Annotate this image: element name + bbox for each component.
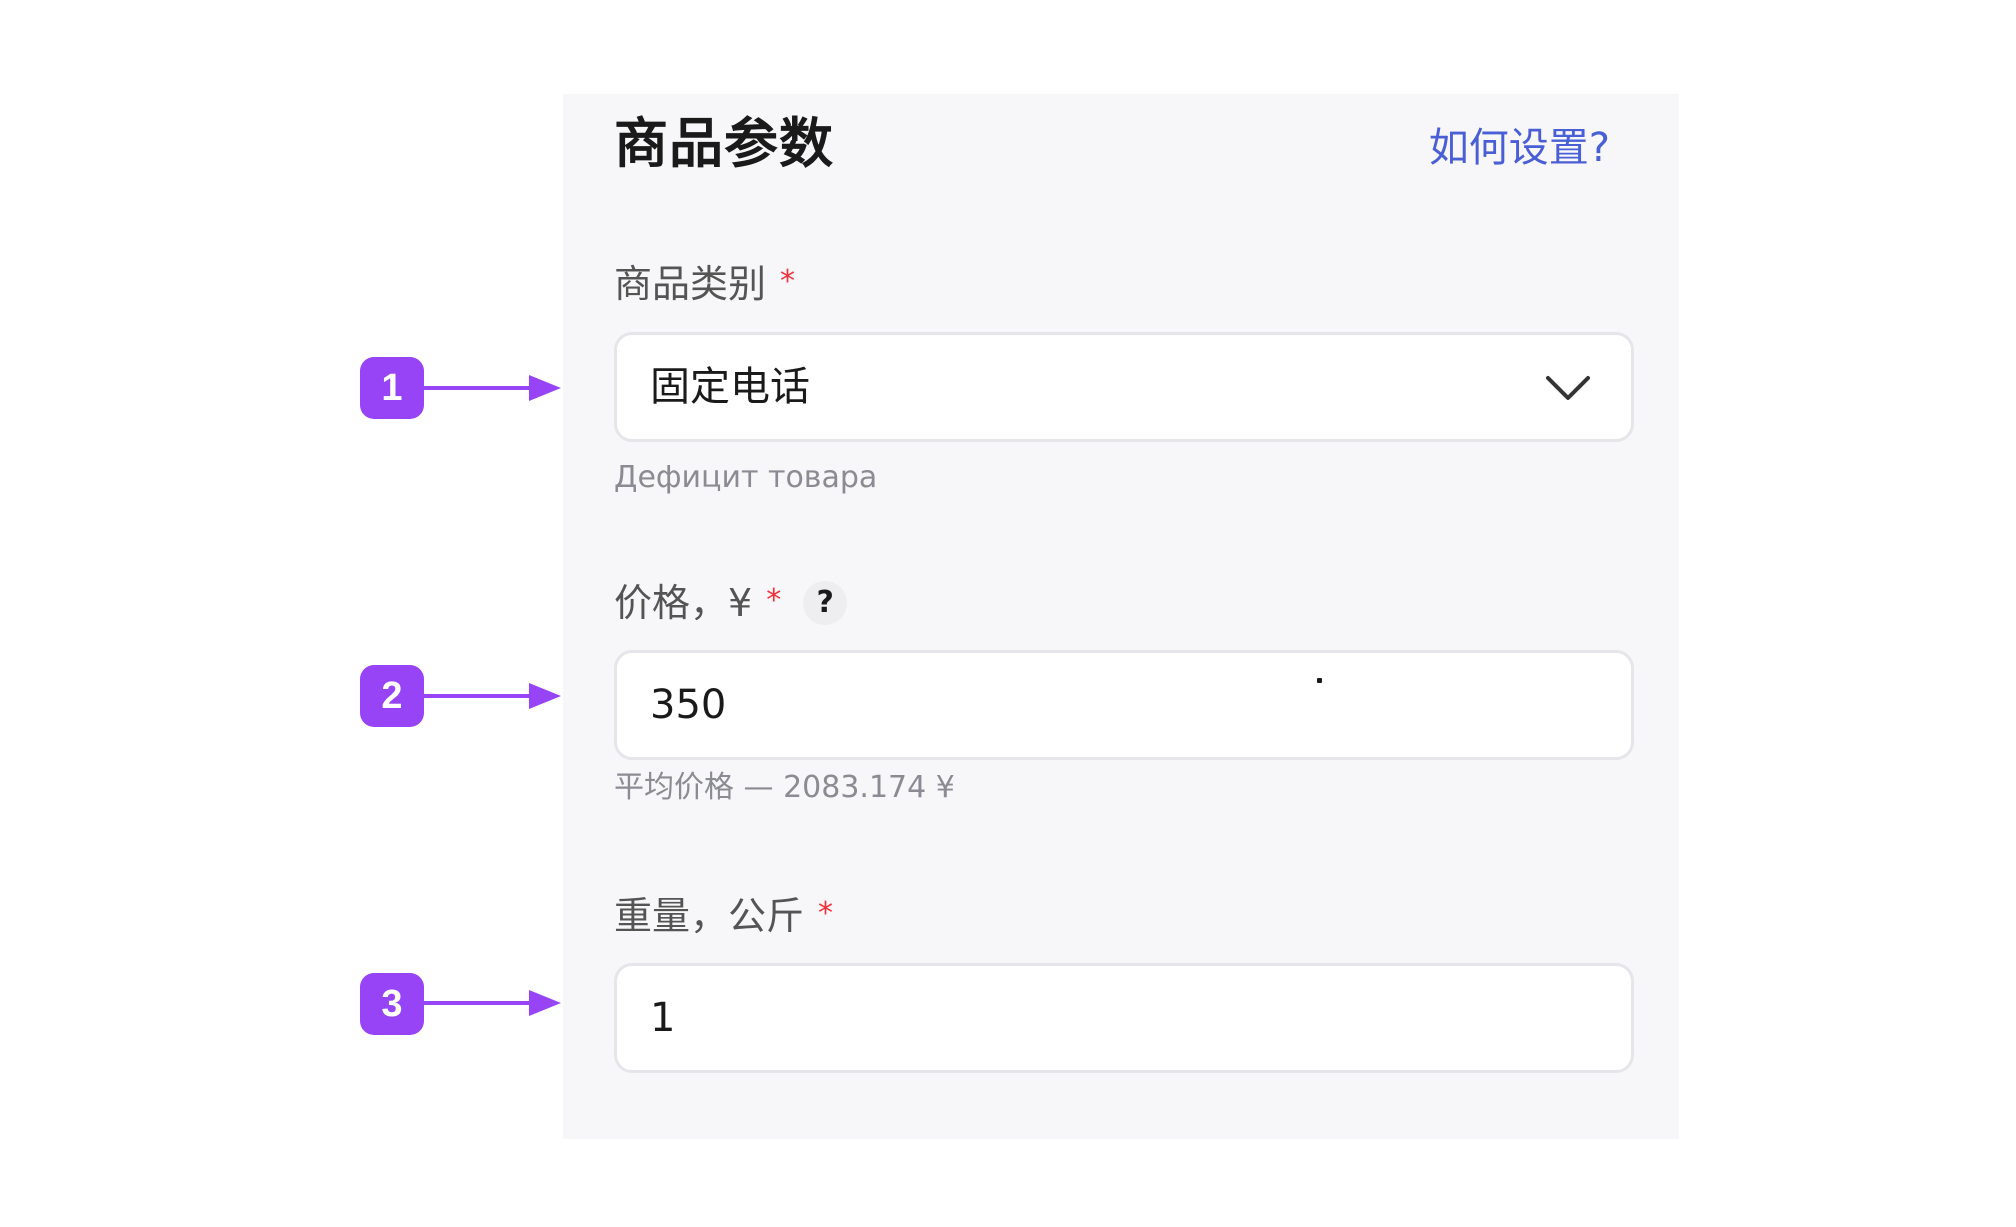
price-help-icon[interactable]: ? [803,581,848,625]
required-mark: * [818,896,834,931]
arrow-right-icon [424,375,561,401]
weight-label-row: 重量，公斤 * [614,894,833,940]
how-to-setup-link[interactable]: 如何设置? [1429,124,1610,172]
product-params-panel: 商品参数 如何设置? 商品类别 * 固定电话 Дефицит товара 价格，… [563,94,1679,1139]
category-hint: Дефицит товара [614,460,878,495]
required-mark: * [766,583,782,618]
price-input-value: 350 [650,682,727,728]
marker-1: 1 [360,357,424,419]
price-label-row: 价格，¥ *? [614,581,848,629]
weight-label: 重量，公斤 [614,894,805,938]
arrow-right-icon [424,683,561,709]
price-label: 价格，¥ [614,581,753,625]
marker-3: 3 [360,973,424,1035]
category-label: 商品类别 [614,262,767,306]
arrow-right-icon [424,990,561,1016]
category-select-value: 固定电话 [650,364,810,410]
category-select[interactable]: 固定电话 [614,332,1634,442]
text-cursor [1317,678,1322,683]
category-label-row: 商品类别 * [614,262,795,308]
weight-input[interactable]: 1 [614,963,1634,1073]
required-mark: * [780,264,796,299]
panel-title: 商品参数 [614,112,834,175]
weight-input-value: 1 [650,995,676,1041]
screenshot-stage: 商品参数 如何设置? 商品类别 * 固定电话 Дефицит товара 价格，… [0,0,2016,1227]
price-hint: 平均价格 — 2083.174 ¥ [614,770,955,805]
marker-2: 2 [360,665,424,727]
chevron-down-icon [1546,376,1590,400]
price-input[interactable]: 350 [614,650,1634,760]
